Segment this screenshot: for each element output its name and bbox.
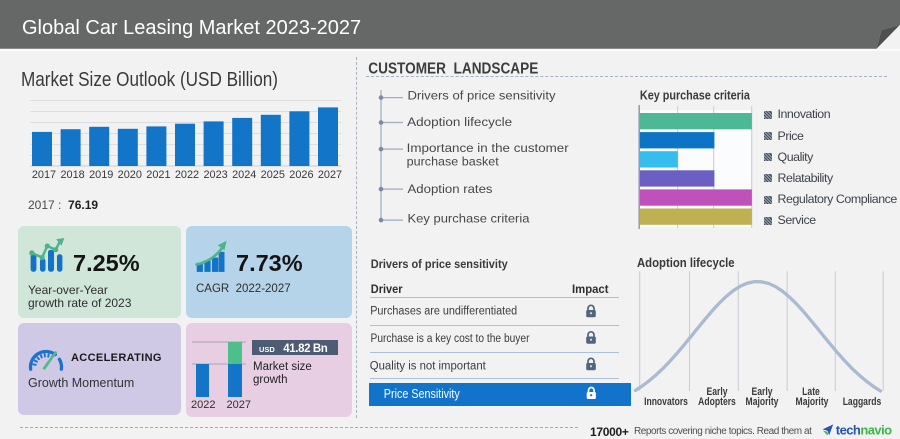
svg-text:Adoption rates: Adoption rates bbox=[408, 182, 493, 196]
svg-text:Market Size Outlook (USD Billi: Market Size Outlook (USD Billion) bbox=[21, 69, 278, 91]
svg-text:CUSTOMER LANDSCAPE: CUSTOMER LANDSCAPE bbox=[368, 61, 538, 78]
svg-text:2025: 2025 bbox=[261, 169, 285, 181]
svg-text:Adoption lifecycle: Adoption lifecycle bbox=[407, 115, 512, 129]
svg-text:Drivers of price sensitivity: Drivers of price sensitivity bbox=[408, 88, 557, 102]
svg-text:Key purchase criteria: Key purchase criteria bbox=[640, 88, 751, 103]
svg-text:2017: 2017 bbox=[32, 169, 56, 181]
svg-text:Quality is not important: Quality is not important bbox=[370, 361, 487, 373]
svg-text:technavio: technavio bbox=[836, 422, 892, 437]
svg-text:Driver: Driver bbox=[371, 284, 403, 296]
svg-text:Drivers of price sensitivity: Drivers of price sensitivity bbox=[371, 257, 508, 271]
svg-text:2027: 2027 bbox=[318, 169, 342, 181]
svg-text:Price Sensitivity: Price Sensitivity bbox=[384, 386, 460, 401]
svg-text:Purchases are undifferentiated: Purchases are undifferentiated bbox=[370, 306, 517, 318]
svg-text:2021: 2021 bbox=[146, 169, 170, 181]
svg-text:Importance in the customer: Importance in the customer bbox=[407, 141, 569, 155]
svg-text:purchase basket: purchase basket bbox=[407, 155, 500, 169]
svg-text:Key purchase criteria: Key purchase criteria bbox=[408, 211, 530, 225]
svg-text:Impact: Impact bbox=[572, 284, 609, 296]
svg-text:2024: 2024 bbox=[232, 169, 256, 181]
svg-text:2026: 2026 bbox=[289, 169, 313, 181]
svg-text:2022: 2022 bbox=[175, 169, 199, 181]
svg-text:2019: 2019 bbox=[89, 169, 113, 181]
svg-text:Purchase is a key cost to the: Purchase is a key cost to the buyer bbox=[371, 333, 530, 345]
svg-text:2023: 2023 bbox=[203, 169, 227, 181]
svg-text:2020: 2020 bbox=[118, 169, 142, 181]
svg-text:2018: 2018 bbox=[60, 169, 84, 181]
